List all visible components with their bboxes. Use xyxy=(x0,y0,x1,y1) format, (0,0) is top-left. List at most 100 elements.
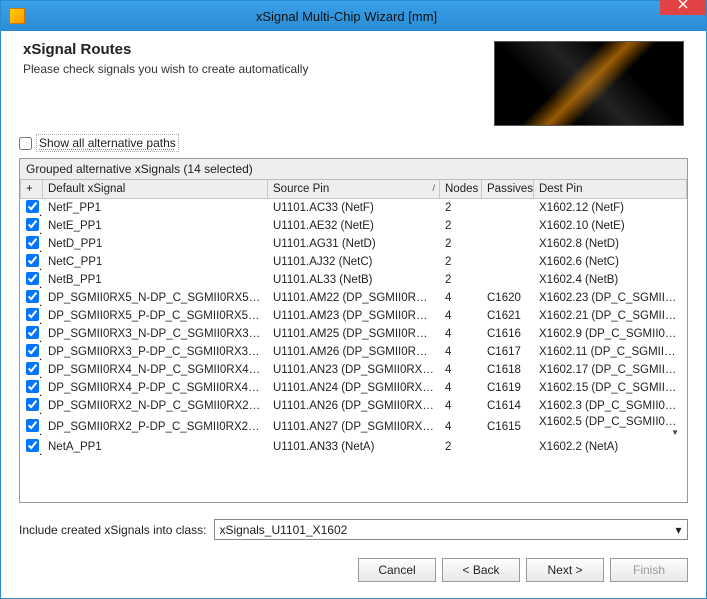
cell-source-pin: U1101.AG31 (NetD) xyxy=(268,235,440,253)
cell-nodes: 4 xyxy=(440,343,482,361)
col-nodes[interactable]: Nodes xyxy=(440,180,482,199)
cell-signal: DP_SGMII0RX3_P-DP_C_SGMII0RX3_P_PP2 xyxy=(43,343,268,361)
table-row[interactable]: DP_SGMII0RX3_P-DP_C_SGMII0RX3_P_PP2U1101… xyxy=(21,343,687,361)
cancel-button[interactable]: Cancel xyxy=(358,558,436,582)
col-dest-pin[interactable]: Dest Pin xyxy=(534,180,687,199)
table-row[interactable]: NetE_PP1U1101.AE32 (NetE)2X1602.10 (NetE… xyxy=(21,217,687,235)
chevron-down-icon: ▾ xyxy=(670,520,687,539)
cell-source-pin: U1101.AN23 (DP_SGMII0RX4_N) xyxy=(268,361,440,379)
table-row[interactable]: DP_SGMII0RX4_N-DP_C_SGMII0RX4_N_PP1U1101… xyxy=(21,361,687,379)
row-checkbox[interactable] xyxy=(26,439,39,452)
cell-source-pin: U1101.AN33 (NetA) xyxy=(268,438,440,456)
row-checkbox[interactable] xyxy=(26,380,39,393)
row-checkbox[interactable] xyxy=(26,236,39,249)
table-row[interactable]: DP_SGMII0RX5_N-DP_C_SGMII0RX5_N_PP1U1101… xyxy=(21,289,687,307)
page-subtitle: Please check signals you wish to create … xyxy=(23,62,308,76)
finish-button: Finish xyxy=(610,558,688,582)
show-all-paths-checkbox[interactable] xyxy=(19,137,32,150)
include-class-value: xSignals_U1101_X1602 xyxy=(219,523,347,537)
row-checkbox[interactable] xyxy=(26,218,39,231)
include-class-label: Include created xSignals into class: xyxy=(19,523,206,537)
table-row[interactable]: NetB_PP1U1101.AL33 (NetB)2X1602.4 (NetB) xyxy=(21,271,687,289)
cell-signal: DP_SGMII0RX4_N-DP_C_SGMII0RX4_N_PP1 xyxy=(43,361,268,379)
row-checkbox[interactable] xyxy=(26,200,39,213)
cell-nodes: 4 xyxy=(440,379,482,397)
page-title: xSignal Routes xyxy=(23,41,308,58)
titlebar[interactable]: xSignal Multi-Chip Wizard [mm] xyxy=(1,1,706,31)
table-row[interactable]: DP_SGMII0RX2_P-DP_C_SGMII0RX2_P_PP1U1101… xyxy=(21,415,687,438)
cell-dest-pin: X1602.12 (NetF) xyxy=(534,199,687,218)
table-row[interactable]: DP_SGMII0RX4_P-DP_C_SGMII0RX4_P_PP1U1101… xyxy=(21,379,687,397)
cell-signal: NetA_PP1 xyxy=(43,438,268,456)
header-image xyxy=(494,41,684,126)
col-checkbox[interactable]: + xyxy=(21,180,43,199)
row-checkbox[interactable] xyxy=(26,398,39,411)
row-checkbox[interactable] xyxy=(26,326,39,339)
cell-dest-pin: X1602.3 (DP_C_SGMII0RX2_N) xyxy=(534,397,687,415)
table-row[interactable]: NetA_PP1U1101.AN33 (NetA)2 X1602.2 (NetA) xyxy=(21,438,687,456)
cell-passives: C1617 xyxy=(482,343,534,361)
table-row[interactable]: DP_SGMII0RX3_N-DP_C_SGMII0RX3_N_PP2U1101… xyxy=(21,325,687,343)
cell-source-pin: U1101.AM23 (DP_SGMII0RX5_P) xyxy=(268,307,440,325)
cell-passives: C1620 xyxy=(482,289,534,307)
cell-passives: C1616 xyxy=(482,325,534,343)
cell-nodes: 2 xyxy=(440,217,482,235)
row-checkbox[interactable] xyxy=(26,419,39,432)
table-row[interactable]: NetC_PP1U1101.AJ32 (NetC)2X1602.6 (NetC) xyxy=(21,253,687,271)
table-row[interactable]: NetD_PP1U1101.AG31 (NetD)2X1602.8 (NetD) xyxy=(21,235,687,253)
back-button[interactable]: < Back xyxy=(442,558,520,582)
sort-indicator-icon: / xyxy=(432,183,435,193)
cell-nodes: 2 xyxy=(440,235,482,253)
row-checkbox[interactable] xyxy=(26,308,39,321)
include-class-combo[interactable]: xSignals_U1101_X1602 ▾ xyxy=(214,519,688,540)
app-icon xyxy=(9,8,25,24)
chevron-down-icon[interactable]: ▼ xyxy=(671,428,681,437)
row-checkbox[interactable] xyxy=(26,362,39,375)
cell-nodes: 2 xyxy=(440,253,482,271)
cell-dest-pin: X1602.6 (NetC) xyxy=(534,253,687,271)
wizard-window: xSignal Multi-Chip Wizard [mm] xSignal R… xyxy=(0,0,707,599)
cell-signal: DP_SGMII0RX3_N-DP_C_SGMII0RX3_N_PP2 xyxy=(43,325,268,343)
cell-dest-pin: X1602.15 (DP_C_SGMII0RX4_P) xyxy=(534,379,687,397)
cell-nodes: 2 xyxy=(440,438,482,456)
cell-source-pin: U1101.AL33 (NetB) xyxy=(268,271,440,289)
cell-signal: NetB_PP1 xyxy=(43,271,268,289)
col-passives[interactable]: Passives xyxy=(482,180,534,199)
wizard-header: xSignal Routes Please check signals you … xyxy=(1,31,706,126)
close-button[interactable] xyxy=(660,0,706,15)
table-row[interactable]: DP_SGMII0RX5_P-DP_C_SGMII0RX5_P_PP1U1101… xyxy=(21,307,687,325)
signals-grid: Grouped alternative xSignals (14 selecte… xyxy=(19,158,688,503)
cell-dest-pin: X1602.11 (DP_C_SGMII0RX3_P) xyxy=(534,343,687,361)
row-checkbox[interactable] xyxy=(26,272,39,285)
cell-signal: DP_SGMII0RX4_P-DP_C_SGMII0RX4_P_PP1 xyxy=(43,379,268,397)
cell-source-pin: U1101.AM26 (DP_SGMII0RX3_P) xyxy=(268,343,440,361)
cell-signal: NetE_PP1 xyxy=(43,217,268,235)
cell-passives: C1619 xyxy=(482,379,534,397)
cell-dest-pin: X1602.17 (DP_C_SGMII0RX4_N) xyxy=(534,361,687,379)
table-row[interactable]: NetF_PP1U1101.AC33 (NetF)2X1602.12 (NetF… xyxy=(21,199,687,218)
row-checkbox[interactable] xyxy=(26,344,39,357)
cell-passives: C1618 xyxy=(482,361,534,379)
show-all-paths-label[interactable]: Show all alternative paths xyxy=(36,134,179,152)
cell-dest-pin: X1602.9 (DP_C_SGMII0RX3_N) xyxy=(534,325,687,343)
cell-passives xyxy=(482,253,534,271)
cell-nodes: 4 xyxy=(440,361,482,379)
next-button[interactable]: Next > xyxy=(526,558,604,582)
row-checkbox[interactable] xyxy=(26,254,39,267)
cell-passives xyxy=(482,438,534,456)
cell-source-pin: U1101.AC33 (NetF) xyxy=(268,199,440,218)
cell-passives xyxy=(482,199,534,218)
cell-passives xyxy=(482,271,534,289)
col-source-pin[interactable]: Source Pin/ xyxy=(268,180,440,199)
cell-signal: NetC_PP1 xyxy=(43,253,268,271)
cell-dest-pin: X1602.23 (DP_C_SGMII0RX5_N) xyxy=(534,289,687,307)
cell-signal: DP_SGMII0RX2_N-DP_C_SGMII0RX2_N_PP1 xyxy=(43,397,268,415)
cell-source-pin: U1101.AM25 (DP_SGMII0RX3_N) xyxy=(268,325,440,343)
cell-signal: NetF_PP1 xyxy=(43,199,268,218)
table-row[interactable]: DP_SGMII0RX2_N-DP_C_SGMII0RX2_N_PP1U1101… xyxy=(21,397,687,415)
row-checkbox[interactable] xyxy=(26,290,39,303)
cell-signal: DP_SGMII0RX5_N-DP_C_SGMII0RX5_N_PP1 xyxy=(43,289,268,307)
cell-dest-pin: X1602.2 (NetA) xyxy=(534,438,687,456)
col-default-xsignal[interactable]: Default xSignal xyxy=(43,180,268,199)
cell-nodes: 4 xyxy=(440,397,482,415)
